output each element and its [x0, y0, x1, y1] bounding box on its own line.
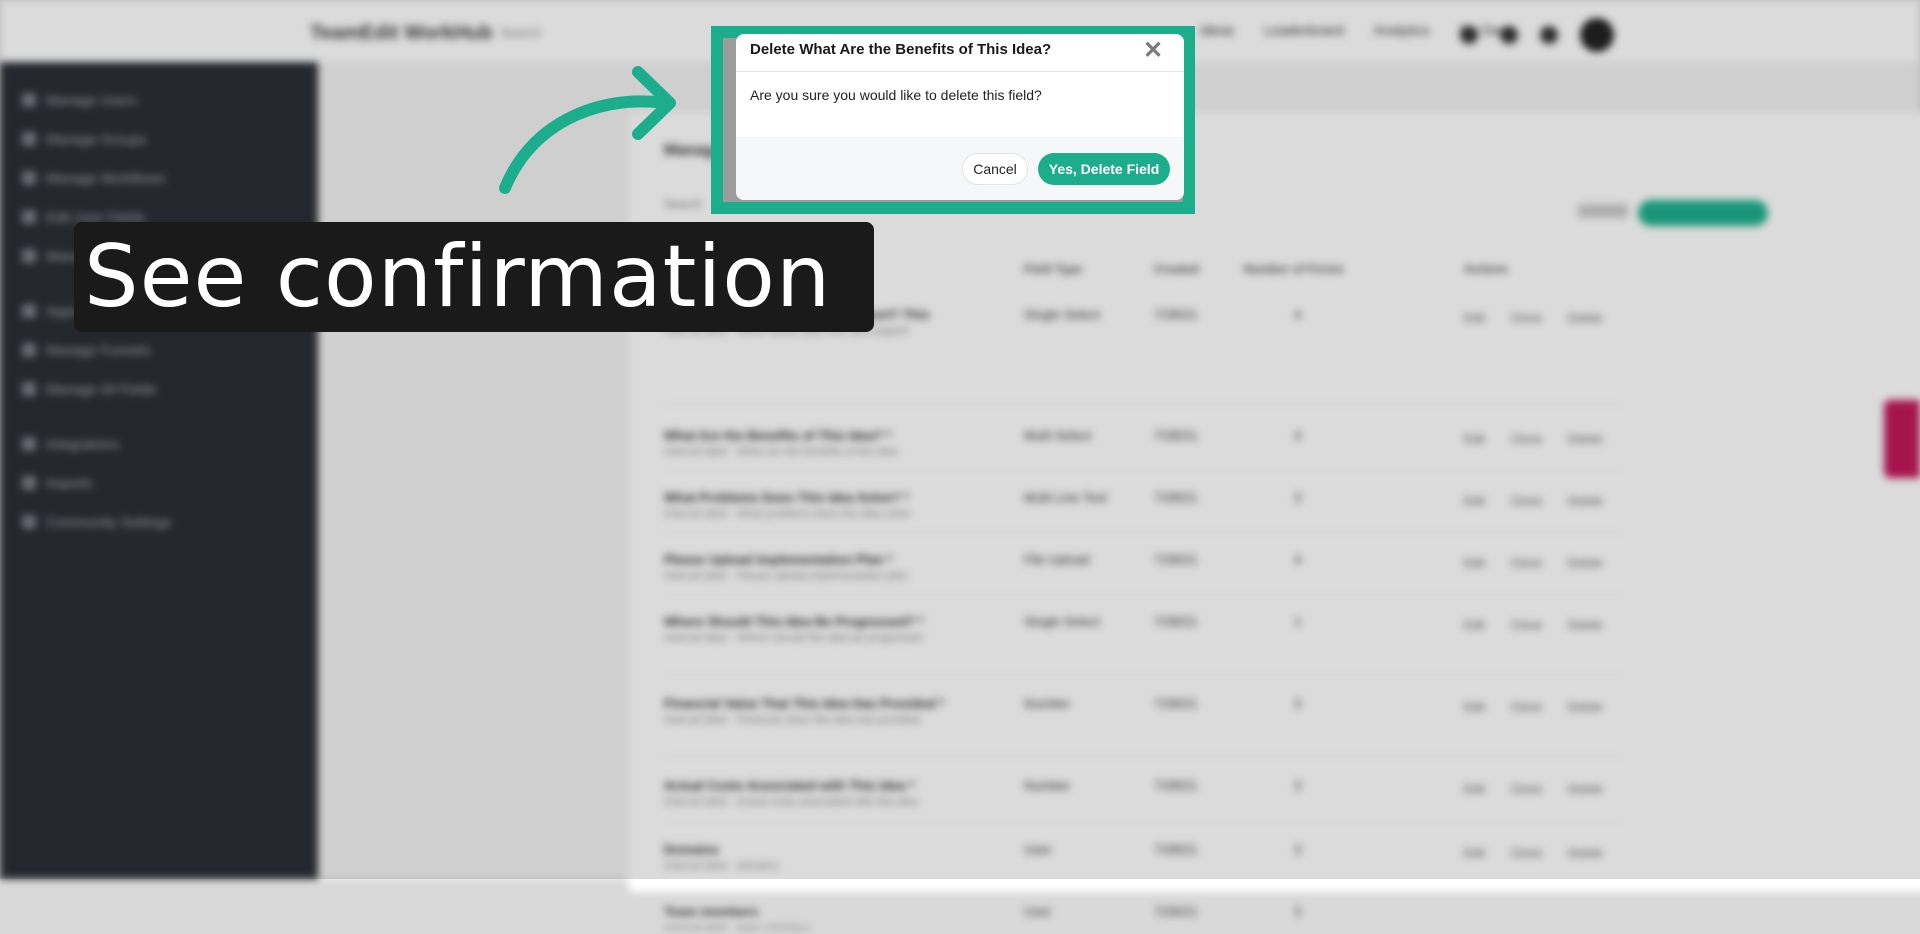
field-count: 3	[1294, 904, 1302, 919]
confirm-delete-button[interactable]: Yes, Delete Field	[1038, 153, 1170, 185]
field-title: Team members	[664, 904, 759, 919]
cancel-button[interactable]: Cancel	[962, 153, 1028, 185]
dialog-title: Delete What Are the Benefits of This Ide…	[750, 41, 1052, 58]
dialog-message: Are you sure you would like to delete th…	[750, 87, 1042, 103]
field-subtitle: Internal label · team members	[664, 922, 811, 934]
delete-field-dialog: Delete What Are the Benefits of This Ide…	[736, 34, 1184, 200]
dialog-header: Delete What Are the Benefits of This Ide…	[736, 34, 1184, 72]
dialog-body: Are you sure you would like to delete th…	[736, 72, 1184, 138]
table-row: Team members Internal label · team membe…	[664, 904, 1624, 934]
close-icon[interactable]: ✕	[1140, 38, 1166, 64]
field-date: 7/28/21	[1154, 904, 1198, 919]
caption-text: See confirmation	[84, 227, 832, 327]
field-type: User	[1024, 904, 1052, 919]
curved-arrow-icon	[499, 66, 676, 194]
tutorial-caption: See confirmation	[74, 222, 874, 332]
dialog-footer: Cancel Yes, Delete Field	[736, 137, 1184, 200]
